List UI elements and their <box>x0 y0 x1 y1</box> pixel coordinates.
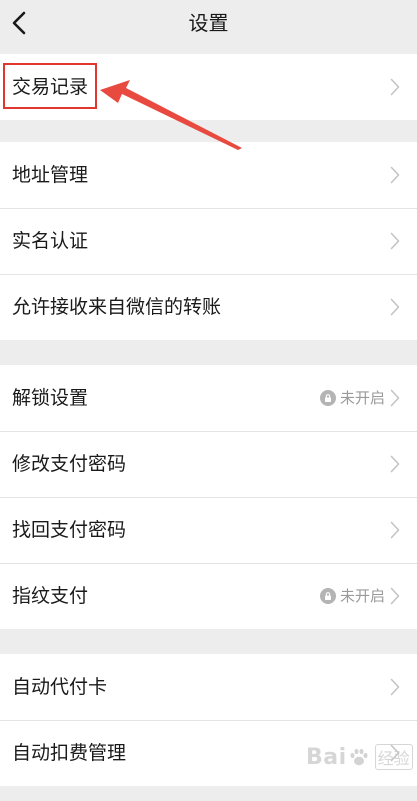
chevron-right-icon <box>390 521 400 539</box>
row-label: 指纹支付 <box>12 585 89 607</box>
lock-icon <box>319 588 336 604</box>
row-label: 修改支付密码 <box>12 453 127 475</box>
nav-bar: 设置 <box>0 0 417 50</box>
row-label: 自动扣费管理 <box>12 742 127 764</box>
chevron-right-icon <box>390 744 400 762</box>
row-label: 地址管理 <box>12 164 89 186</box>
settings-row-transaction-records[interactable]: 交易记录 <box>0 54 417 120</box>
row-label: 自动代付卡 <box>12 676 108 698</box>
settings-row-allow-wechat-transfer[interactable]: 允许接收来自微信的转账 <box>0 274 417 340</box>
chevron-right-icon <box>390 78 400 96</box>
settings-row-fingerprint-payment[interactable]: 指纹支付 未开启 <box>0 563 417 629</box>
chevron-right-icon <box>390 298 400 316</box>
chevron-right-icon <box>390 678 400 696</box>
settings-row-real-name-verification[interactable]: 实名认证 <box>0 208 417 274</box>
settings-row-address-management[interactable]: 地址管理 <box>0 142 417 208</box>
settings-group-security: 解锁设置 未开启 修改支付密码 找回支付密码 指纹支付 未开启 <box>0 365 417 629</box>
settings-group-records: 交易记录 <box>0 54 417 120</box>
settings-row-unlock-settings[interactable]: 解锁设置 未开启 <box>0 365 417 431</box>
settings-row-change-payment-password[interactable]: 修改支付密码 <box>0 431 417 497</box>
settings-row-recover-payment-password[interactable]: 找回支付密码 <box>0 497 417 563</box>
status-text: 未开启 <box>339 587 385 605</box>
row-label: 允许接收来自微信的转账 <box>12 296 222 318</box>
settings-row-auto-deduction-management[interactable]: 自动扣费管理 <box>0 720 417 786</box>
status-badge: 未开启 <box>319 387 385 409</box>
row-label: 解锁设置 <box>12 387 89 409</box>
page-title: 设置 <box>188 11 229 35</box>
settings-group-autopay: 自动代付卡 自动扣费管理 <box>0 654 417 786</box>
lock-icon <box>319 390 336 406</box>
row-label: 交易记录 <box>12 76 89 98</box>
chevron-right-icon <box>390 232 400 250</box>
status-text: 未开启 <box>339 389 385 407</box>
chevron-right-icon <box>390 389 400 407</box>
chevron-right-icon <box>390 455 400 473</box>
row-label: 找回支付密码 <box>12 519 127 541</box>
chevron-right-icon <box>390 166 400 184</box>
chevron-right-icon <box>390 587 400 605</box>
settings-row-auto-proxy-card[interactable]: 自动代付卡 <box>0 654 417 720</box>
row-label: 实名认证 <box>12 230 89 252</box>
settings-group-account: 地址管理 实名认证 允许接收来自微信的转账 <box>0 142 417 340</box>
status-badge: 未开启 <box>319 585 385 607</box>
